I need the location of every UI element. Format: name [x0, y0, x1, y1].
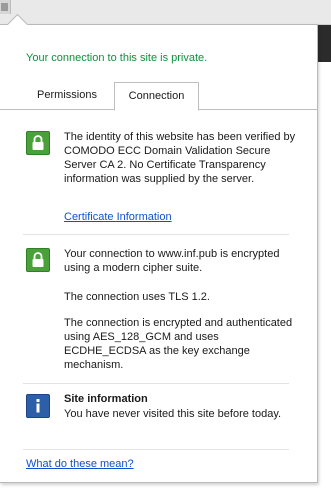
certificate-information-link[interactable]: Certificate Information — [64, 211, 172, 223]
connection-status: Your connection to this site is private. — [26, 52, 208, 64]
browser-toolbar-background — [0, 0, 331, 24]
section-divider — [23, 449, 289, 450]
connection-tls-text: The connection uses TLS 1.2. — [64, 291, 210, 303]
bubble-tabs: Permissions Connection — [0, 82, 318, 111]
page-icon — [0, 0, 11, 14]
lock-icon — [26, 131, 50, 155]
tab-connection[interactable]: Connection — [114, 82, 199, 111]
what-do-these-mean-link[interactable]: What do these mean? — [26, 458, 134, 470]
page-background-dark — [317, 24, 331, 62]
connection-encryption-text: The connection is encrypted and authenti… — [64, 317, 293, 371]
lock-icon — [26, 248, 50, 272]
site-information-title: Site information — [64, 393, 148, 405]
site-information-text: You have never visited this site before … — [64, 408, 282, 420]
identity-text: The identity of this website has been ve… — [64, 131, 296, 185]
connection-cipher-text: Your connection to www.inf.pub is encryp… — [64, 248, 280, 274]
section-divider — [23, 234, 289, 235]
tab-permissions[interactable]: Permissions — [26, 82, 108, 109]
info-icon — [26, 394, 50, 418]
section-divider — [23, 383, 289, 384]
